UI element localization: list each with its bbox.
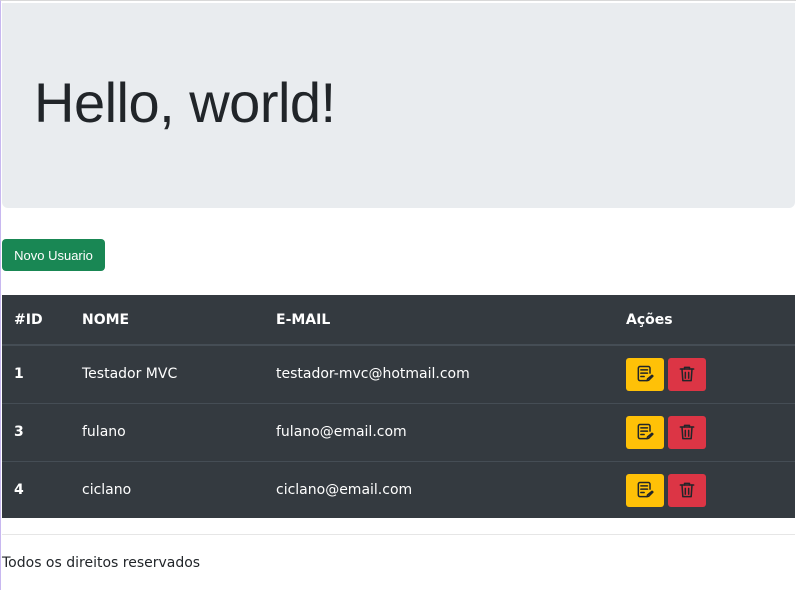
edit-note-icon	[637, 366, 654, 382]
header-email: E-MAIL	[276, 295, 626, 346]
table-row: 4 ciclano ciclano@email.com	[2, 460, 795, 519]
footer-divider	[2, 534, 795, 535]
new-user-button[interactable]: Novo Usuario	[2, 239, 105, 271]
cell-actions	[626, 345, 795, 403]
edit-button[interactable]	[626, 357, 664, 391]
page: Hello, world! Novo Usuario #ID NOME E-MA…	[0, 0, 796, 590]
header-acoes: Ações	[626, 295, 795, 346]
cell-id: 3	[2, 402, 82, 461]
page-title: Hello, world!	[34, 71, 336, 134]
edit-note-icon	[637, 482, 654, 498]
table-header-row: #ID NOME E-MAIL Ações	[2, 295, 795, 346]
cell-id: 4	[2, 460, 82, 519]
cell-email: ciclano@email.com	[276, 460, 626, 519]
trash-icon	[679, 482, 695, 498]
cell-email: fulano@email.com	[276, 402, 626, 461]
table-row: 1 Testador MVC testador-mvc@hotmail.com	[2, 345, 795, 403]
delete-button[interactable]	[668, 415, 706, 449]
table-row: 3 fulano fulano@email.com	[2, 402, 795, 461]
cell-nome: ciclano	[82, 460, 276, 519]
cell-nome: Testador MVC	[82, 366, 178, 383]
cell-actions	[626, 402, 795, 461]
cell-nome: fulano	[82, 402, 276, 461]
trash-icon	[679, 424, 695, 440]
delete-button[interactable]	[668, 357, 706, 391]
users-table: #ID NOME E-MAIL Ações 1 Testador MVC tes…	[2, 295, 795, 519]
cell-email: testador-mvc@hotmail.com	[276, 366, 470, 383]
cell-actions	[626, 460, 795, 519]
edit-button[interactable]	[626, 415, 664, 449]
delete-button[interactable]	[668, 473, 706, 507]
edit-note-icon	[637, 423, 654, 440]
header-id: #ID	[2, 295, 82, 346]
trash-icon	[679, 366, 695, 382]
edit-button[interactable]	[626, 473, 664, 507]
header-nome: NOME	[82, 295, 276, 346]
jumbotron: Hello, world!	[2, 3, 795, 208]
cell-id: 1	[14, 366, 24, 383]
footer-text: Todos os direitos reservados	[2, 555, 201, 571]
users-table-container: #ID NOME E-MAIL Ações 1 Testador MVC tes…	[2, 295, 795, 519]
